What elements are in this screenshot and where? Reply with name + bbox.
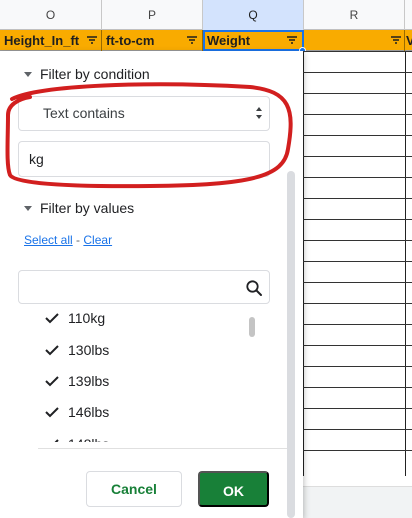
collapse-triangle-icon [24, 71, 32, 77]
checkmark-icon [45, 376, 59, 387]
checkmark-icon [45, 407, 59, 418]
panel-scrollbar[interactable] [287, 171, 295, 518]
select-all-link[interactable]: Select all [24, 233, 73, 247]
header-label: ft-to-cm [106, 33, 155, 48]
filter-by-condition-toggle[interactable]: Filter by condition [24, 66, 150, 82]
value-label: 146lbs [68, 404, 110, 420]
grid-row-line [303, 198, 412, 199]
condition-value-text: kg [29, 151, 44, 167]
header-label: V [406, 33, 412, 48]
column-letter-o[interactable]: O [0, 0, 102, 30]
header-label: Weight [207, 33, 251, 48]
cell-grid [303, 51, 412, 476]
grid-row-line [303, 303, 412, 304]
grid-row-line [303, 345, 412, 346]
filter-by-values-toggle[interactable]: Filter by values [24, 200, 134, 216]
column-letter-r[interactable]: R [304, 0, 405, 30]
filter-icon[interactable] [286, 34, 298, 46]
grid-row-line [303, 429, 412, 430]
header-row: Height_In_ft ft-to-cm Weight V [0, 30, 412, 51]
list-item[interactable]: 139lbs [42, 369, 109, 393]
condition-select[interactable]: Text contains [18, 96, 270, 131]
condition-select-value: Text contains [43, 105, 125, 121]
checkmark-icon [45, 345, 59, 356]
column-letter-q[interactable]: Q [203, 0, 304, 30]
grid-row-line [303, 72, 412, 73]
value-label: 130lbs [68, 342, 110, 358]
grid-row-line [303, 114, 412, 115]
list-item[interactable]: 110kg [42, 306, 105, 330]
value-label: 110kg [68, 310, 106, 326]
header-label: Height_In_ft [4, 33, 80, 48]
values-search-input[interactable] [18, 270, 270, 304]
list-item[interactable]: 146lbs [42, 400, 109, 424]
grid-row-line [303, 408, 412, 409]
list-item[interactable]: 148lbs [42, 432, 109, 442]
grid-row-line [303, 93, 412, 94]
grid-row-line [303, 51, 412, 52]
select-links: Select all - Clear [24, 233, 112, 247]
clear-link[interactable]: Clear [83, 233, 112, 247]
ok-button[interactable]: OK [198, 471, 269, 507]
up-down-arrows-icon [256, 107, 262, 119]
divider [38, 448, 287, 449]
filter-by-condition-heading: Filter by condition [40, 66, 150, 82]
grid-row-line [303, 135, 412, 136]
column-header-bar: O P Q R [0, 0, 412, 30]
sheet-bottom-strip [303, 486, 412, 518]
column-letter-s[interactable] [405, 0, 412, 30]
grid-row-line [303, 282, 412, 283]
grid-row-line [303, 240, 412, 241]
search-icon[interactable] [245, 279, 263, 297]
grid-row-line [303, 387, 412, 388]
column-letter-p[interactable]: P [102, 0, 203, 30]
grid-row-line [303, 366, 412, 367]
grid-row-line [303, 261, 412, 262]
value-label: 148lbs [68, 436, 109, 442]
list-item[interactable]: 130lbs [42, 338, 109, 362]
checkmark-icon [45, 313, 59, 324]
condition-value-input[interactable]: kg [18, 141, 270, 177]
grid-row-line [303, 156, 412, 157]
checkmark-icon [54, 439, 59, 442]
grid-row-line [303, 450, 412, 451]
filter-icon[interactable] [186, 34, 198, 46]
filter-icon[interactable] [86, 34, 98, 46]
grid-row-line [303, 324, 412, 325]
grid-row-line [303, 219, 412, 220]
values-list-scrollbar[interactable] [249, 317, 255, 337]
cancel-button[interactable]: Cancel [86, 471, 182, 507]
link-separator: - [76, 233, 81, 247]
collapse-triangle-icon [24, 205, 32, 211]
filter-by-values-heading: Filter by values [40, 200, 135, 216]
grid-row-line [303, 177, 412, 178]
value-label: 139lbs [68, 373, 110, 389]
filter-panel: Filter by condition Text contains kg Fil… [0, 51, 303, 518]
header-cell-s[interactable]: V [405, 30, 412, 51]
values-list: 110kg 130lbs 139lbs 146lbs 148lbs [18, 306, 270, 442]
filter-icon[interactable] [390, 34, 402, 46]
